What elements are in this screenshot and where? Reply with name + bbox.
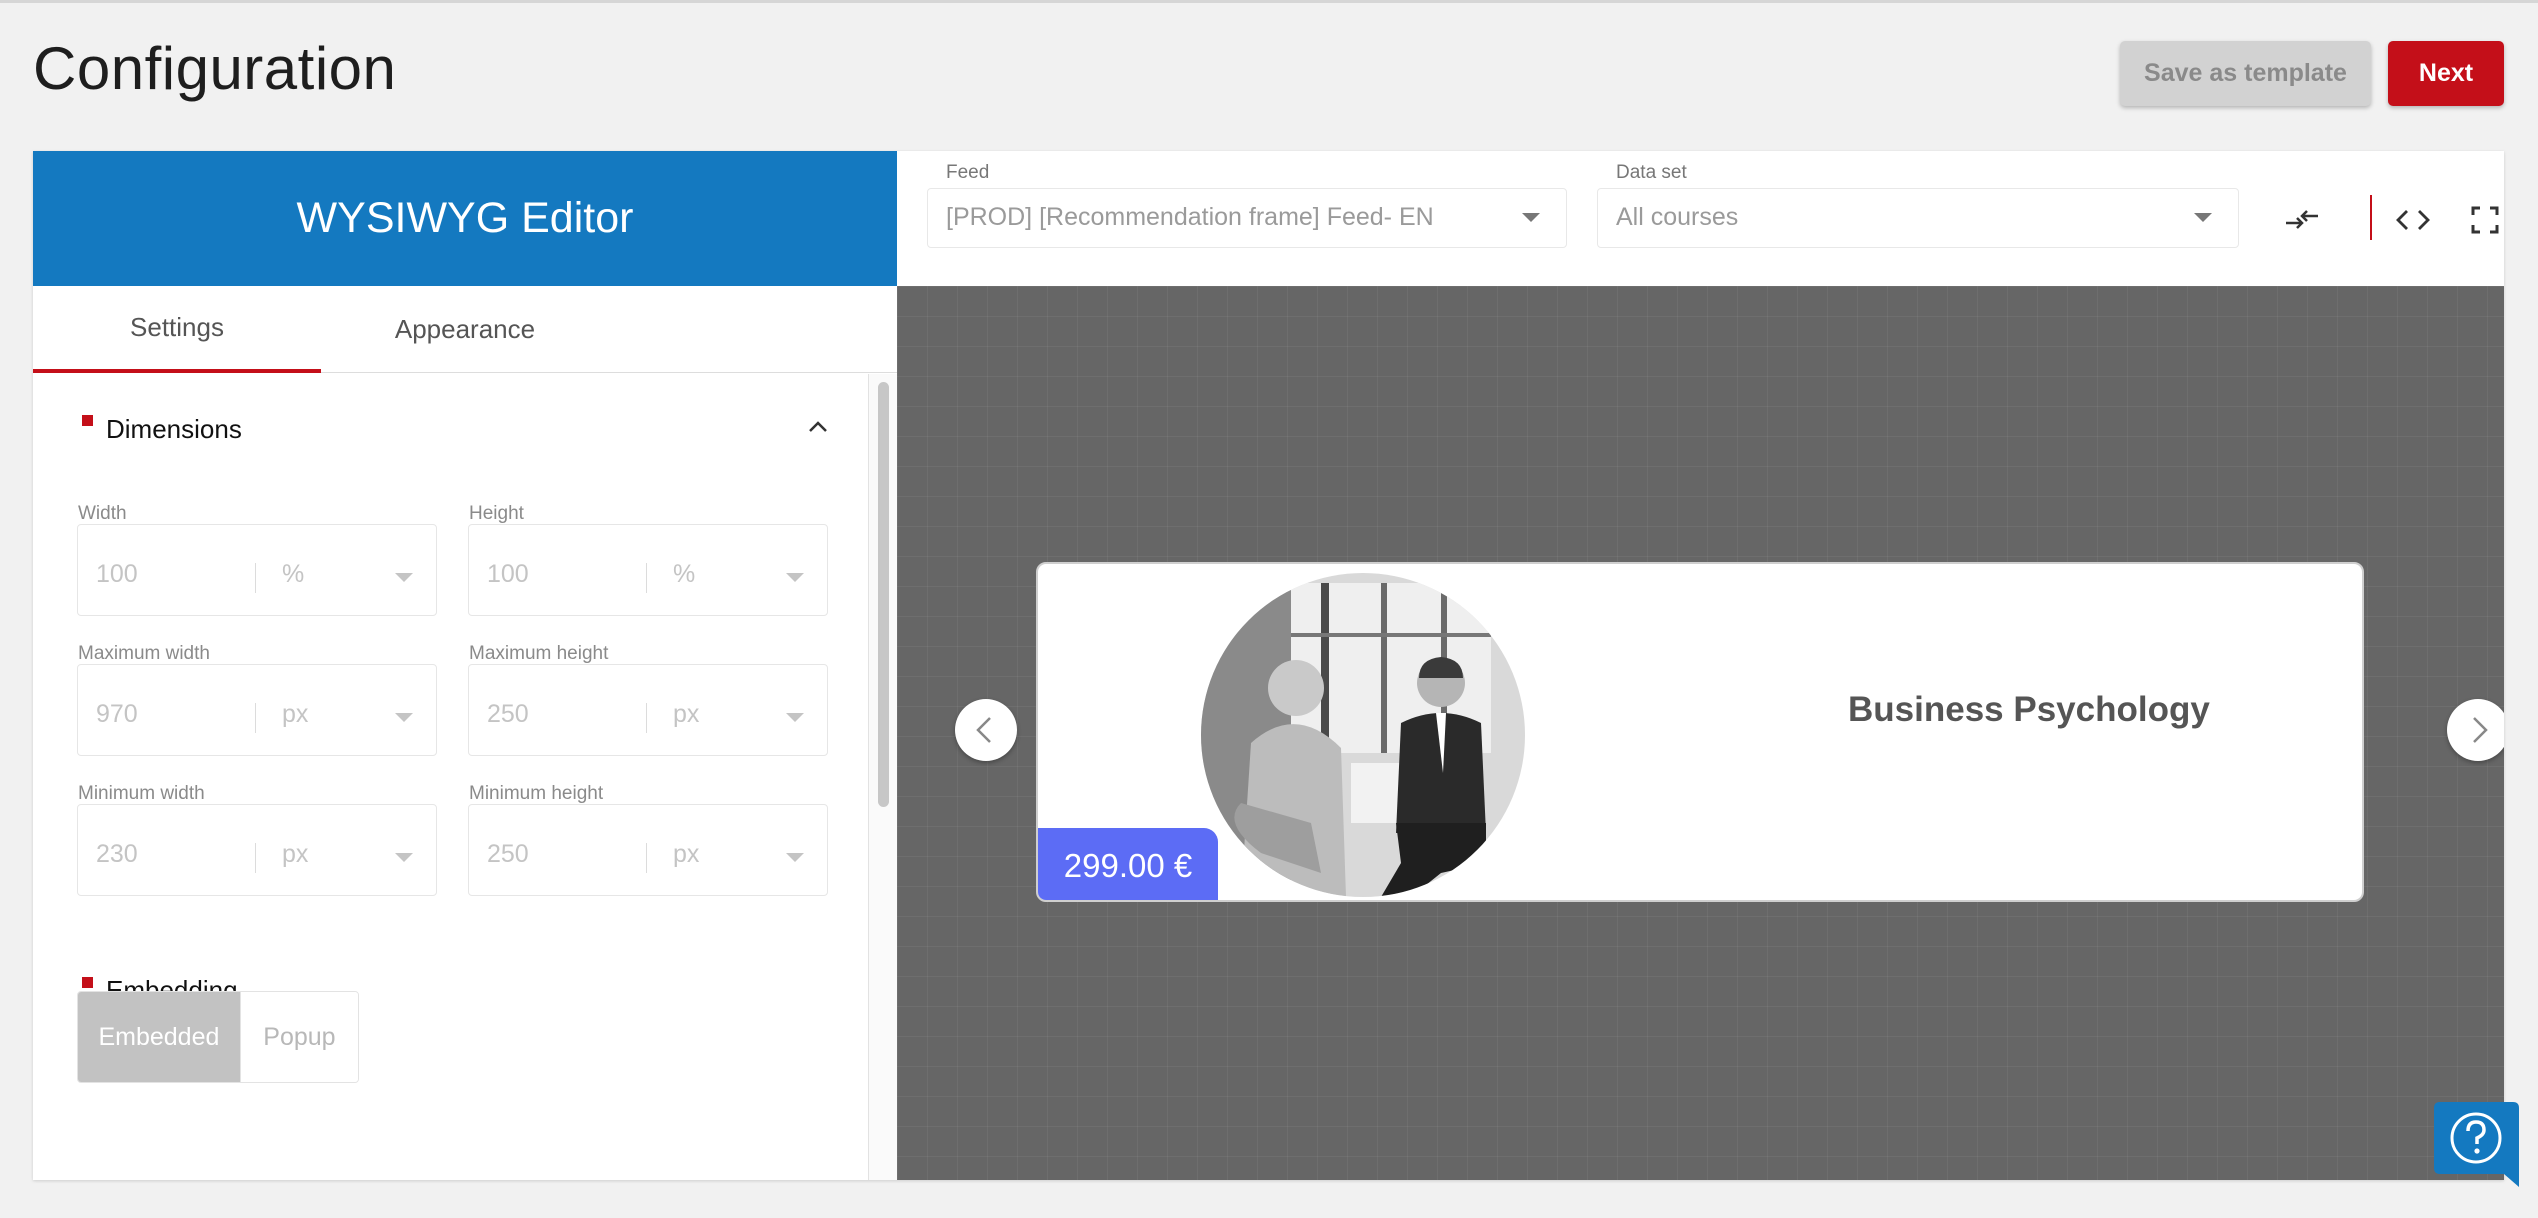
min-width-field[interactable]: Minimum width 230 px <box>77 783 437 896</box>
price-badge: 299.00 € <box>1038 828 1218 900</box>
editor-card: WYSIWYG Editor Settings Appearance Dimen… <box>33 151 2504 1180</box>
dataset-label: Data set <box>1616 162 1687 183</box>
fullscreen-icon[interactable] <box>2465 200 2504 240</box>
field-divider <box>646 843 647 873</box>
caret-down-icon[interactable] <box>395 853 413 862</box>
preview-panel: Feed [PROD] [Recommendation frame] Feed-… <box>897 151 2504 1180</box>
section-marker <box>82 977 93 988</box>
max-height-value[interactable]: 250 <box>487 700 529 729</box>
chevron-up-icon[interactable] <box>803 412 833 442</box>
width-label: Width <box>78 503 127 524</box>
embedding-toggle: Embedded Popup <box>77 991 359 1083</box>
max-height-field[interactable]: Maximum height 250 px <box>468 643 828 756</box>
settings-body: Dimensions Width 100 % Height 100 % Maxi… <box>33 374 877 1180</box>
max-width-field[interactable]: Maximum width 970 px <box>77 643 437 756</box>
min-height-value[interactable]: 250 <box>487 840 529 869</box>
caret-down-icon[interactable] <box>786 853 804 862</box>
preview-canvas: Business Psychology 299.00 € <box>897 286 2504 1180</box>
height-unit[interactable]: % <box>673 560 695 589</box>
settings-panel: WYSIWYG Editor Settings Appearance Dimen… <box>33 151 897 1180</box>
code-icon[interactable] <box>2393 200 2433 240</box>
width-value[interactable]: 100 <box>96 560 138 589</box>
dataset-value[interactable]: All courses <box>1616 203 1738 232</box>
max-height-unit[interactable]: px <box>673 700 699 729</box>
scrollbar[interactable] <box>868 374 897 1180</box>
course-title: Business Psychology <box>1848 690 2210 729</box>
section-marker <box>82 415 93 426</box>
min-height-field[interactable]: Minimum height 250 px <box>468 783 828 896</box>
min-width-unit[interactable]: px <box>282 840 308 869</box>
dataset-select[interactable]: Data set All courses <box>1597 162 2239 248</box>
editor-title: WYSIWYG Editor <box>33 151 897 286</box>
course-image <box>1201 573 1525 897</box>
height-value[interactable]: 100 <box>487 560 529 589</box>
max-height-label: Maximum height <box>469 643 609 664</box>
field-divider <box>646 563 647 593</box>
height-field[interactable]: Height 100 % <box>468 503 828 616</box>
swap-icon[interactable] <box>2282 200 2322 240</box>
caret-down-icon[interactable] <box>786 713 804 722</box>
field-divider <box>255 563 256 593</box>
min-width-value[interactable]: 230 <box>96 840 138 869</box>
tab-settings[interactable]: Settings <box>33 286 321 373</box>
feed-select[interactable]: Feed [PROD] [Recommendation frame] Feed-… <box>927 162 1567 248</box>
next-button[interactable]: Next <box>2388 41 2504 106</box>
max-width-value[interactable]: 970 <box>96 700 138 729</box>
page-title: Configuration <box>33 35 397 102</box>
max-width-label: Maximum width <box>78 643 210 664</box>
field-divider <box>255 703 256 733</box>
embedded-option[interactable]: Embedded <box>78 992 240 1082</box>
min-height-label: Minimum height <box>469 783 604 804</box>
caret-down-icon[interactable] <box>395 713 413 722</box>
caret-down-icon[interactable] <box>2194 213 2212 222</box>
field-divider <box>646 703 647 733</box>
feed-value[interactable]: [PROD] [Recommendation frame] Feed- EN <box>946 203 1434 232</box>
tab-appearance[interactable]: Appearance <box>321 286 609 373</box>
preview-toolbar: Feed [PROD] [Recommendation frame] Feed-… <box>897 151 2504 286</box>
chevron-right-icon[interactable] <box>2447 699 2504 761</box>
dimensions-heading: Dimensions <box>106 414 242 444</box>
height-label: Height <box>469 503 524 524</box>
chevron-left-icon[interactable] <box>955 699 1017 761</box>
max-width-unit[interactable]: px <box>282 700 308 729</box>
help-icon[interactable] <box>2432 1100 2521 1189</box>
top-divider <box>0 0 2538 3</box>
tab-bar: Settings Appearance <box>33 286 897 373</box>
width-field[interactable]: Width 100 % <box>77 503 437 616</box>
caret-down-icon[interactable] <box>786 573 804 582</box>
popup-option[interactable]: Popup <box>239 992 358 1082</box>
toolbar-separator <box>2370 195 2372 240</box>
caret-down-icon[interactable] <box>1522 213 1540 222</box>
save-as-template-button[interactable]: Save as template <box>2120 41 2371 106</box>
recommendation-card[interactable]: Business Psychology 299.00 € <box>1036 562 2364 902</box>
min-width-label: Minimum width <box>78 783 205 804</box>
field-divider <box>255 843 256 873</box>
caret-down-icon[interactable] <box>395 573 413 582</box>
feed-label: Feed <box>946 162 990 183</box>
scrollbar-thumb[interactable] <box>878 382 889 807</box>
width-unit[interactable]: % <box>282 560 304 589</box>
min-height-unit[interactable]: px <box>673 840 699 869</box>
